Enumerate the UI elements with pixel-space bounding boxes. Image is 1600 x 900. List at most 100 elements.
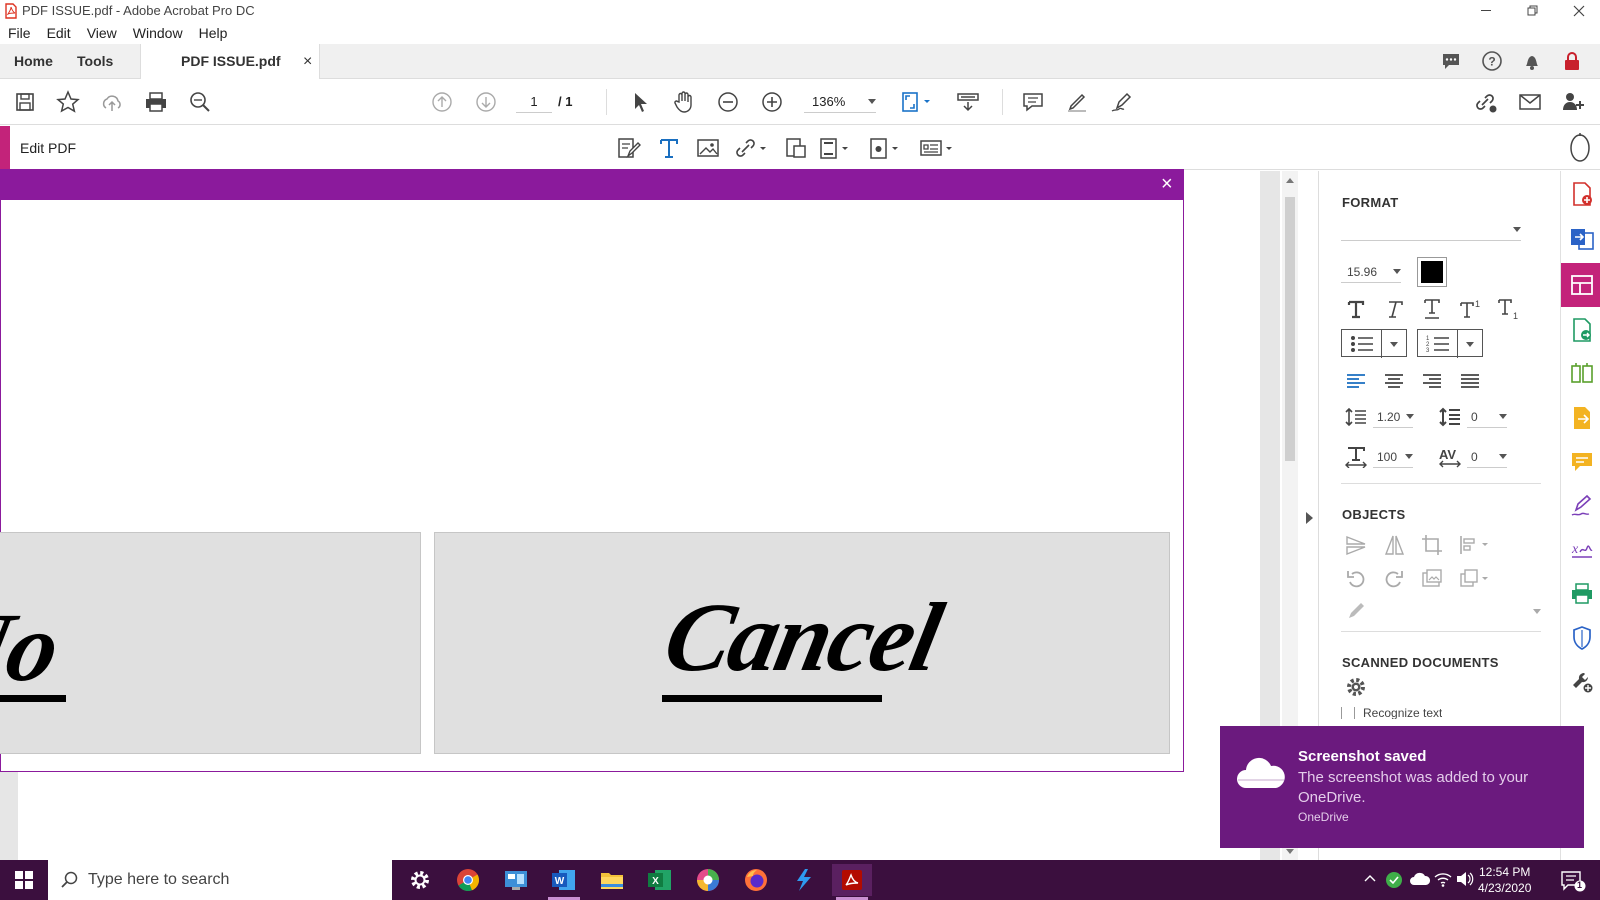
sign-pen-icon[interactable] bbox=[1107, 88, 1135, 116]
align-left-icon[interactable] bbox=[1341, 367, 1371, 395]
menu-help[interactable]: Help bbox=[199, 25, 228, 41]
control-panel-icon[interactable] bbox=[496, 864, 536, 896]
select-arrow-icon[interactable] bbox=[626, 88, 654, 116]
excel-icon[interactable]: X bbox=[640, 864, 680, 896]
tab-home[interactable]: Home bbox=[0, 44, 67, 79]
show-hidden-icons-chevron[interactable] bbox=[1364, 874, 1376, 882]
security-check-icon[interactable] bbox=[1385, 871, 1403, 889]
hand-tool-icon[interactable] bbox=[670, 88, 698, 116]
expand-panel-arrow-icon[interactable] bbox=[1306, 512, 1314, 524]
cancel-button[interactable]: Cancel bbox=[434, 532, 1170, 754]
star-icon[interactable] bbox=[54, 88, 82, 116]
previous-page-icon[interactable] bbox=[428, 88, 456, 116]
character-spacing-select[interactable]: 0 bbox=[1467, 446, 1507, 468]
comment-icon[interactable] bbox=[1019, 88, 1047, 116]
highlight-pen-icon[interactable] bbox=[1063, 88, 1091, 116]
zoom-search-icon[interactable] bbox=[186, 88, 214, 116]
collapse-panel-icon[interactable] bbox=[1568, 132, 1592, 164]
help-icon[interactable]: ? bbox=[1481, 50, 1503, 72]
next-page-icon[interactable] bbox=[472, 88, 500, 116]
acrobat-taskbar-icon[interactable] bbox=[832, 864, 872, 900]
crop-pages-icon[interactable] bbox=[784, 134, 808, 162]
bullet-list-icon[interactable] bbox=[1342, 330, 1382, 358]
start-windows-icon[interactable] bbox=[4, 864, 44, 896]
azure-data-studio-icon[interactable] bbox=[784, 864, 824, 896]
tab-close-icon[interactable]: × bbox=[303, 44, 312, 79]
file-explorer-icon[interactable] bbox=[592, 864, 632, 896]
scan-settings-gear-icon[interactable] bbox=[1341, 673, 1371, 701]
font-size-select[interactable]: 15.96 bbox=[1341, 261, 1401, 283]
fill-sign-icon[interactable] bbox=[1569, 493, 1595, 519]
italic-text-icon[interactable] bbox=[1379, 295, 1409, 323]
numbered-list-icon[interactable]: 123 bbox=[1418, 330, 1458, 358]
justify-icon[interactable] bbox=[1455, 367, 1485, 395]
watermark-icon[interactable] bbox=[868, 134, 904, 162]
paragraph-spacing-select[interactable]: 0 bbox=[1467, 406, 1507, 428]
more-tools-wrench-icon[interactable] bbox=[1569, 669, 1595, 695]
menu-window[interactable]: Window bbox=[133, 25, 183, 41]
action-center-icon[interactable]: 1 bbox=[1560, 870, 1586, 892]
export-file-icon[interactable] bbox=[1569, 405, 1595, 431]
numbered-list-dropdown[interactable]: 123 bbox=[1417, 329, 1483, 358]
create-pdf-icon[interactable] bbox=[1569, 181, 1595, 207]
settings-gear-icon[interactable] bbox=[400, 864, 440, 896]
print-production-icon[interactable] bbox=[1569, 581, 1595, 607]
fit-page-icon[interactable] bbox=[898, 88, 934, 116]
edit-text-image-icon[interactable] bbox=[616, 134, 642, 162]
wifi-icon[interactable] bbox=[1434, 871, 1452, 887]
line-spacing-icon[interactable] bbox=[1341, 403, 1371, 431]
organize-pages-icon[interactable] bbox=[1569, 361, 1595, 387]
minimize-button[interactable] bbox=[1464, 0, 1510, 22]
word-icon[interactable]: W bbox=[544, 864, 584, 900]
subscript-icon[interactable]: 1 bbox=[1493, 295, 1523, 323]
zoom-in-icon[interactable] bbox=[758, 88, 786, 116]
taskbar-search-box[interactable]: Type here to search bbox=[48, 860, 392, 900]
scroll-down-icon[interactable] bbox=[1286, 849, 1294, 855]
tab-document[interactable]: PDF ISSUE.pdf × bbox=[140, 44, 320, 80]
scroll-thumb[interactable] bbox=[1285, 197, 1295, 461]
underline-text-icon[interactable] bbox=[1417, 295, 1447, 323]
combine-files-icon[interactable] bbox=[1569, 317, 1595, 343]
align-center-icon[interactable] bbox=[1379, 367, 1409, 395]
export-pdf-icon[interactable] bbox=[1569, 225, 1595, 251]
volume-icon[interactable] bbox=[1456, 871, 1474, 887]
font-family-select[interactable] bbox=[1341, 219, 1521, 241]
bold-text-icon[interactable] bbox=[1341, 295, 1371, 323]
onedrive-toast[interactable]: Screenshot saved The screenshot was adde… bbox=[1220, 726, 1584, 848]
recognize-text-checkbox[interactable] bbox=[1341, 707, 1355, 719]
protect-shield-icon[interactable] bbox=[1569, 625, 1595, 651]
paragraph-spacing-icon[interactable] bbox=[1435, 403, 1465, 431]
share-link-icon[interactable] bbox=[1472, 88, 1500, 116]
align-right-icon[interactable] bbox=[1417, 367, 1447, 395]
request-signature-icon[interactable]: x bbox=[1569, 537, 1595, 563]
menu-view[interactable]: View bbox=[87, 25, 117, 41]
onedrive-tray-icon[interactable] bbox=[1410, 872, 1430, 886]
font-color-swatch[interactable] bbox=[1417, 257, 1447, 287]
bullet-list-dropdown[interactable] bbox=[1341, 329, 1407, 358]
restore-button[interactable] bbox=[1510, 0, 1556, 22]
line-spacing-select[interactable]: 1.20 bbox=[1373, 406, 1415, 428]
email-icon[interactable] bbox=[1516, 88, 1544, 116]
dialog-close-icon[interactable]: × bbox=[1161, 173, 1173, 195]
tab-tools[interactable]: Tools bbox=[63, 44, 127, 79]
header-footer-icon[interactable] bbox=[818, 134, 854, 162]
bell-icon[interactable] bbox=[1521, 50, 1543, 72]
add-image-icon[interactable] bbox=[696, 134, 720, 162]
photos-app-icon[interactable] bbox=[688, 864, 728, 896]
horizontal-scale-select[interactable]: 100 bbox=[1373, 446, 1413, 468]
menu-file[interactable]: File bbox=[8, 25, 31, 41]
save-icon[interactable] bbox=[11, 88, 39, 116]
no-button[interactable]: No bbox=[0, 532, 421, 754]
add-user-icon[interactable] bbox=[1560, 88, 1588, 116]
zoom-level-select[interactable]: 136% bbox=[804, 91, 876, 113]
scroll-up-icon[interactable] bbox=[1286, 177, 1294, 183]
zoom-out-icon[interactable] bbox=[714, 88, 742, 116]
horizontal-scale-icon[interactable] bbox=[1341, 443, 1371, 471]
superscript-icon[interactable]: 1 bbox=[1455, 295, 1485, 323]
comment-bubble-icon[interactable] bbox=[1440, 50, 1462, 72]
page-number-input[interactable]: 1 bbox=[516, 91, 552, 113]
close-window-button[interactable] bbox=[1556, 0, 1600, 22]
scroll-mode-icon[interactable] bbox=[954, 88, 982, 116]
more-options-icon[interactable] bbox=[918, 134, 958, 162]
cloud-upload-icon[interactable] bbox=[98, 88, 126, 116]
